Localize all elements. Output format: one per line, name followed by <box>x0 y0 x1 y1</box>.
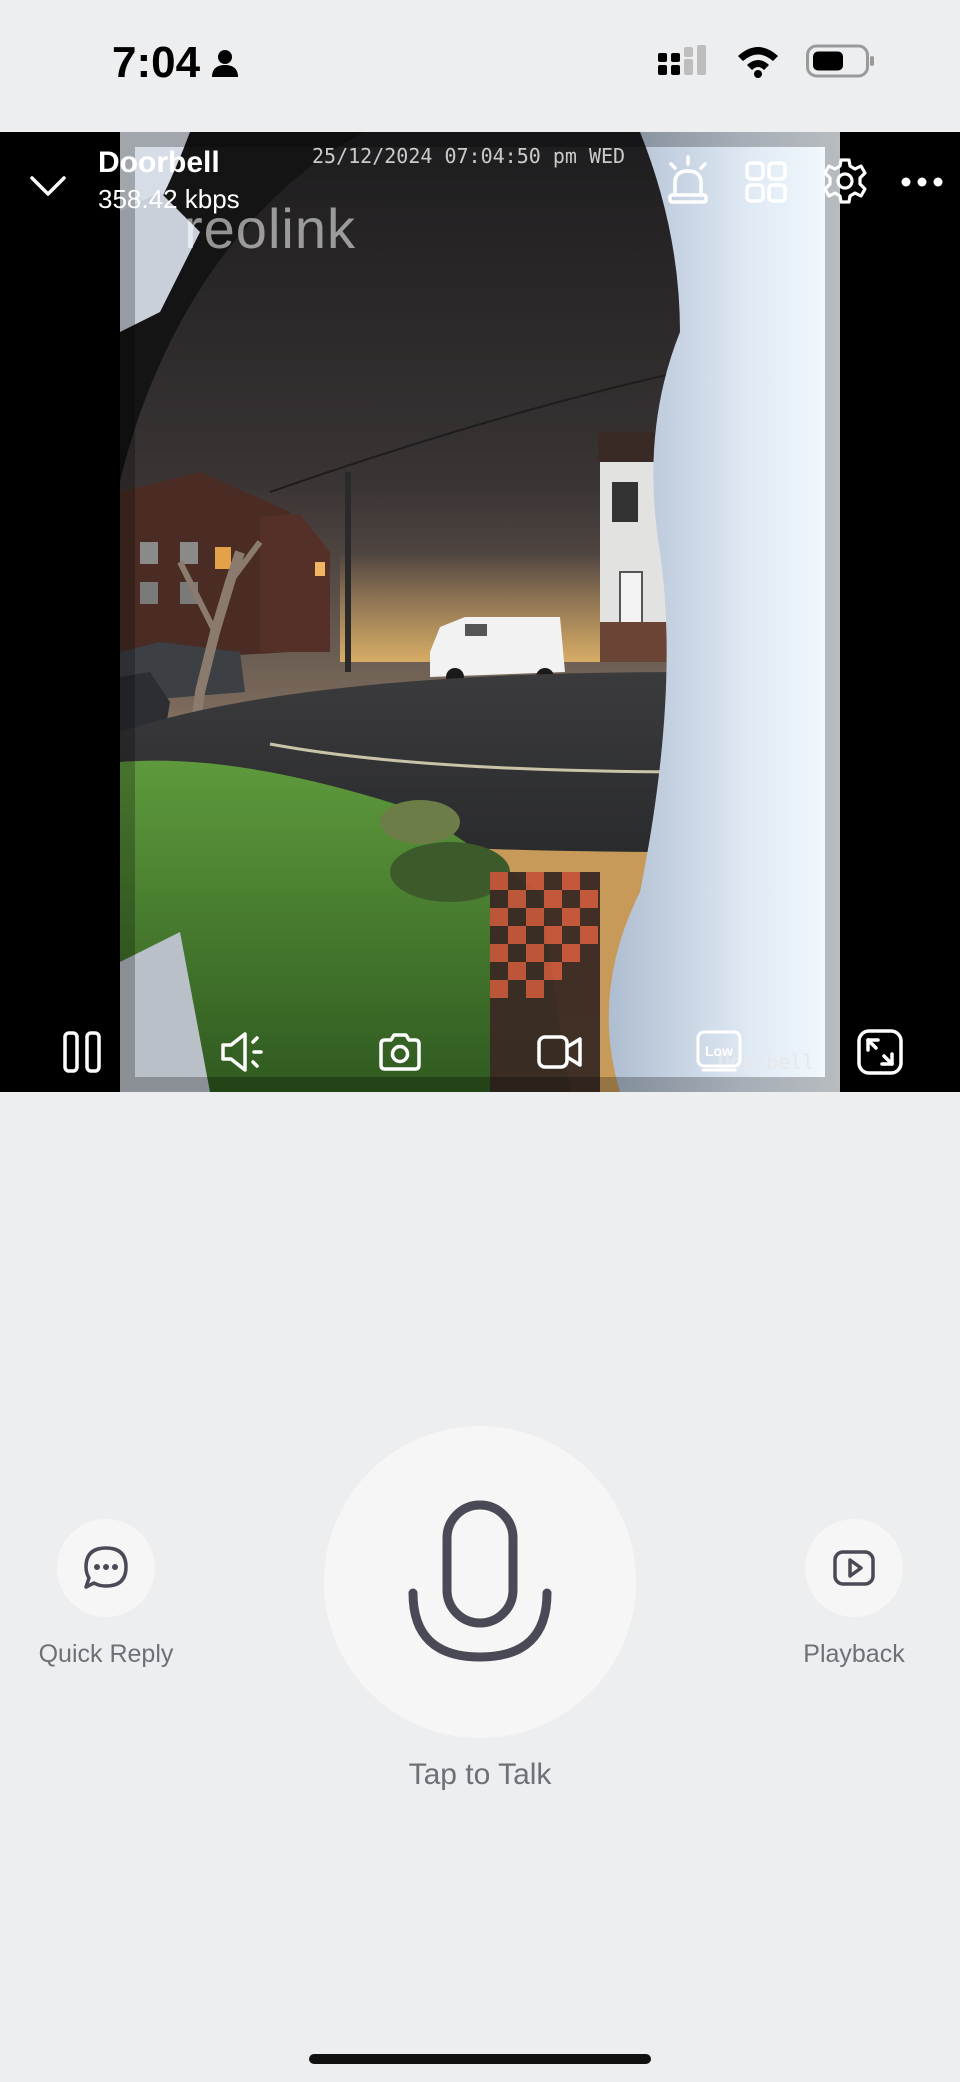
doorbell-camera-feed <box>120 132 840 1092</box>
video-bottom-controls: Low <box>0 1012 960 1092</box>
cellular-signal-icon <box>658 45 706 75</box>
chat-bubble-icon <box>84 1546 128 1589</box>
pause-icon[interactable] <box>56 1022 108 1082</box>
record-video-icon[interactable] <box>532 1022 588 1082</box>
status-bar: 7:04 <box>0 0 960 132</box>
home-indicator[interactable] <box>309 2054 651 2064</box>
camera-name: Doorbell <box>98 146 220 179</box>
status-indicators <box>658 44 876 78</box>
more-icon[interactable] <box>896 162 948 202</box>
quick-reply-label: Quick Reply <box>38 1640 174 1668</box>
quality-low-icon[interactable]: Low <box>692 1024 746 1078</box>
wifi-icon <box>738 47 778 78</box>
play-square-icon <box>833 1550 875 1586</box>
playback-label: Playback <box>803 1640 905 1668</box>
grid-view-icon[interactable] <box>740 156 792 208</box>
collapse-chevron-icon[interactable] <box>22 160 74 212</box>
osd-timestamp: 25/12/2024 07:04:50 pm WED <box>312 144 626 168</box>
quick-reply-button[interactable] <box>57 1519 155 1617</box>
playback-button[interactable] <box>805 1519 903 1617</box>
tap-to-talk-label: Tap to Talk <box>408 1758 552 1791</box>
settings-gear-icon[interactable] <box>818 154 872 208</box>
status-time: 7:04 <box>112 38 240 88</box>
snapshot-camera-icon[interactable] <box>372 1022 428 1082</box>
fullscreen-icon[interactable] <box>852 1022 908 1082</box>
video-top-controls: Doorbell 358.42 kbps 25/12/2024 07:04:50… <box>0 132 960 260</box>
siren-icon[interactable] <box>662 152 714 208</box>
quality-badge-text: Low <box>705 1043 733 1059</box>
clock-text: 7:04 <box>112 38 201 87</box>
battery-icon <box>806 44 874 78</box>
reolink-watermark: reolink <box>184 197 356 260</box>
person-icon <box>212 50 239 77</box>
tap-to-talk-button[interactable] <box>324 1426 636 1738</box>
live-video-view[interactable]: Doorbell 358.42 kbps 25/12/2024 07:04:50… <box>0 132 960 1092</box>
speaker-icon[interactable] <box>216 1022 272 1082</box>
microphone-icon <box>408 1500 552 1662</box>
